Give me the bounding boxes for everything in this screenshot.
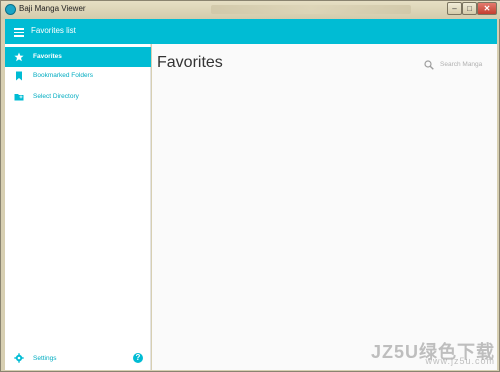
sidebar-item-label: Favorites: [33, 53, 62, 60]
sidebar-item-label: Select Directory: [33, 93, 79, 100]
sidebar-item-label: Bookmarked Folders: [33, 72, 93, 79]
maximize-icon: □: [467, 4, 472, 13]
app-bar: Favorites list: [5, 19, 497, 44]
star-icon: [14, 52, 24, 62]
menu-icon[interactable]: [14, 28, 24, 37]
gear-icon: [14, 353, 24, 363]
app-window: Baji Manga Viewer – □ ✕ Favorites list F…: [0, 0, 500, 372]
help-icon[interactable]: ?: [133, 353, 143, 363]
watermark-url: www.jz5u.com: [425, 356, 495, 366]
minimize-button[interactable]: –: [447, 2, 462, 15]
maximize-button[interactable]: □: [462, 2, 477, 15]
watermark: JZ5U绿色下载 www.jz5u.com: [345, 338, 495, 368]
bookmark-icon: [16, 71, 22, 81]
appbar-title: Favorites list: [31, 26, 76, 35]
search-input[interactable]: [440, 58, 492, 70]
page-title: Favorites: [157, 54, 223, 71]
main-content: Favorites: [152, 44, 497, 370]
sidebar-item-favorites[interactable]: Favorites: [5, 47, 151, 67]
settings-label: Settings: [33, 355, 57, 362]
folder-icon: [14, 94, 24, 101]
sidebar: Favorites Bookmarked Folders Select Dire…: [5, 44, 151, 370]
search-icon[interactable]: [424, 60, 434, 70]
minimize-icon: –: [452, 4, 457, 13]
blurred-region: [211, 5, 411, 14]
close-button[interactable]: ✕: [477, 2, 497, 15]
window-titlebar[interactable]: Baji Manga Viewer – □ ✕: [1, 1, 500, 19]
sidebar-item-bookmarked-folders[interactable]: Bookmarked Folders: [5, 66, 151, 86]
settings-row[interactable]: Settings ?: [5, 350, 151, 368]
close-icon: ✕: [483, 4, 491, 13]
app-icon: [5, 4, 16, 15]
window-title: Baji Manga Viewer: [19, 4, 86, 13]
sidebar-item-select-directory[interactable]: Select Directory: [5, 87, 151, 107]
